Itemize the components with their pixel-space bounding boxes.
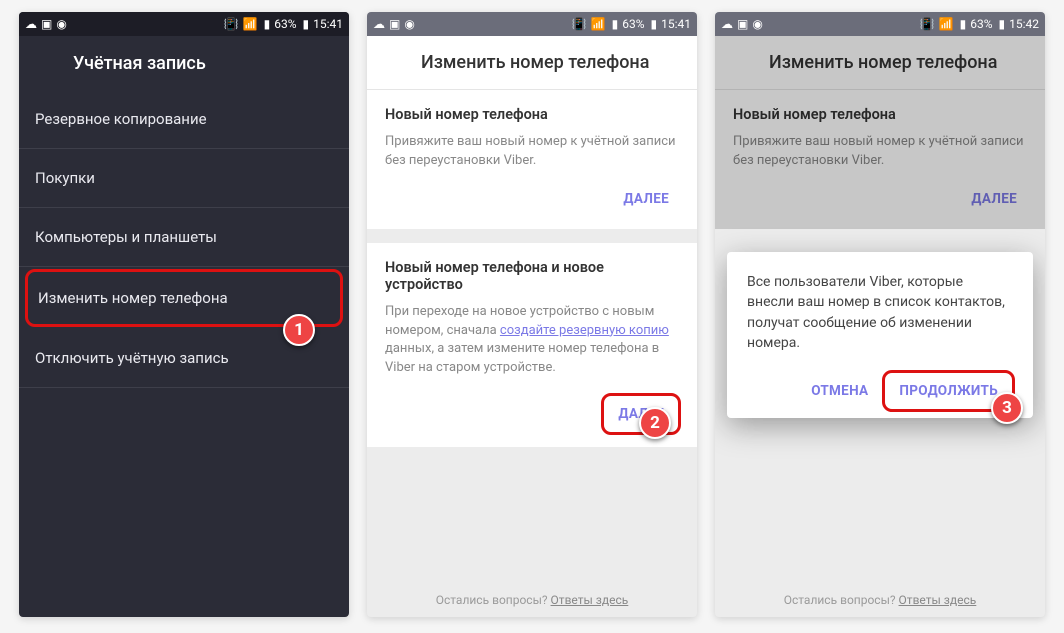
viber-icon: ◉ <box>404 18 414 30</box>
answers-link[interactable]: Ответы здесь <box>899 593 977 607</box>
wifi-icon: 📶 <box>591 18 606 30</box>
battery-icon: ▮ <box>303 18 310 30</box>
wifi-icon: 📶 <box>243 18 258 30</box>
next-button-1[interactable]: ДАЛЕЕ <box>613 183 679 215</box>
screenshot-1-account: ☁ ▣ ◉ 📳 📶 ▮ 63% ▮ 15:41 Учётная запись Р… <box>19 12 349 617</box>
screenshot-2-change-number: ☁ ▣ ◉ 📳 📶 ▮ 63% ▮ 15:41 Изменить номер т… <box>367 12 697 617</box>
viber-icon: ◉ <box>56 18 66 30</box>
panel-description: При переходе на новое устройство с новым… <box>385 303 679 378</box>
cloud-icon: ☁ <box>373 18 385 30</box>
app-bar: Учётная запись <box>19 36 349 90</box>
panel-heading: Новый номер телефона и новое устройство <box>385 259 679 293</box>
panel-description: Привяжите ваш новый номер к учётной запи… <box>385 133 679 171</box>
vibrate-icon: 📳 <box>920 18 935 30</box>
panel-new-number: Новый номер телефона Привяжите ваш новый… <box>715 90 1045 229</box>
page-title: Изменить номер телефона <box>421 52 649 73</box>
menu-item-backup[interactable]: Резервное копирование <box>19 90 349 149</box>
battery-pct: 63% <box>622 18 644 30</box>
screenshot-icon: ▣ <box>737 18 748 30</box>
signal-icon: ▮ <box>264 18 271 30</box>
clock: 15:42 <box>1009 18 1039 30</box>
next-button-1[interactable]: ДАЛЕЕ <box>961 183 1027 215</box>
clock: 15:41 <box>661 18 691 30</box>
menu-item-purchases[interactable]: Покупки <box>19 149 349 208</box>
status-bar: ☁ ▣ ◉ 📳 📶 ▮ 63% ▮ 15:42 <box>715 12 1045 36</box>
cancel-button[interactable]: ОТМЕНА <box>801 375 878 407</box>
viber-icon: ◉ <box>752 18 762 30</box>
step-badge-1: 1 <box>283 314 315 346</box>
footer-help: Остались вопросы? Ответы здесь <box>367 593 697 607</box>
app-bar: Изменить номер телефона <box>367 36 697 90</box>
content: Новый номер телефона Привяжите ваш новый… <box>367 90 697 617</box>
menu-item-devices[interactable]: Компьютеры и планшеты <box>19 208 349 267</box>
dialog-text: Все пользователи Viber, которые внесли в… <box>747 272 1013 353</box>
cloud-icon: ☁ <box>25 18 37 30</box>
wifi-icon: 📶 <box>939 18 954 30</box>
status-bar: ☁ ▣ ◉ 📳 📶 ▮ 63% ▮ 15:41 <box>367 12 697 36</box>
vibrate-icon: 📳 <box>224 18 239 30</box>
app-bar: Изменить номер телефона <box>715 36 1045 90</box>
back-icon[interactable] <box>729 53 749 73</box>
signal-icon: ▮ <box>960 18 967 30</box>
status-bar: ☁ ▣ ◉ 📳 📶 ▮ 63% ▮ 15:41 <box>19 12 349 36</box>
battery-pct: 63% <box>274 18 296 30</box>
signal-icon: ▮ <box>612 18 619 30</box>
vibrate-icon: 📳 <box>572 18 587 30</box>
panel-description: Привяжите ваш новый номер к учётной запи… <box>733 133 1027 171</box>
panel-new-number: Новый номер телефона Привяжите ваш новый… <box>367 90 697 229</box>
backup-link[interactable]: создайте резервную копию <box>500 323 669 338</box>
page-title: Учётная запись <box>73 53 206 74</box>
step-badge-2: 2 <box>639 407 671 439</box>
screenshot-icon: ▣ <box>41 18 52 30</box>
settings-list: Резервное копирование Покупки Компьютеры… <box>19 90 349 617</box>
footer-help: Остались вопросы? Ответы здесь <box>715 593 1045 607</box>
page-title: Изменить номер телефона <box>769 52 997 73</box>
step-badge-3: 3 <box>991 392 1023 424</box>
confirm-dialog: Все пользователи Viber, которые внесли в… <box>727 252 1033 418</box>
screenshot-icon: ▣ <box>389 18 400 30</box>
panel-heading: Новый номер телефона <box>733 106 1027 123</box>
back-icon[interactable] <box>33 53 53 73</box>
battery-icon: ▮ <box>999 18 1006 30</box>
battery-pct: 63% <box>970 18 992 30</box>
battery-icon: ▮ <box>651 18 658 30</box>
back-icon[interactable] <box>381 53 401 73</box>
cloud-icon: ☁ <box>721 18 733 30</box>
screenshot-3-confirm-dialog: ☁ ▣ ◉ 📳 📶 ▮ 63% ▮ 15:42 Изменить номер т… <box>715 12 1045 617</box>
panel-heading: Новый номер телефона <box>385 106 679 123</box>
answers-link[interactable]: Ответы здесь <box>551 593 629 607</box>
clock: 15:41 <box>313 18 343 30</box>
